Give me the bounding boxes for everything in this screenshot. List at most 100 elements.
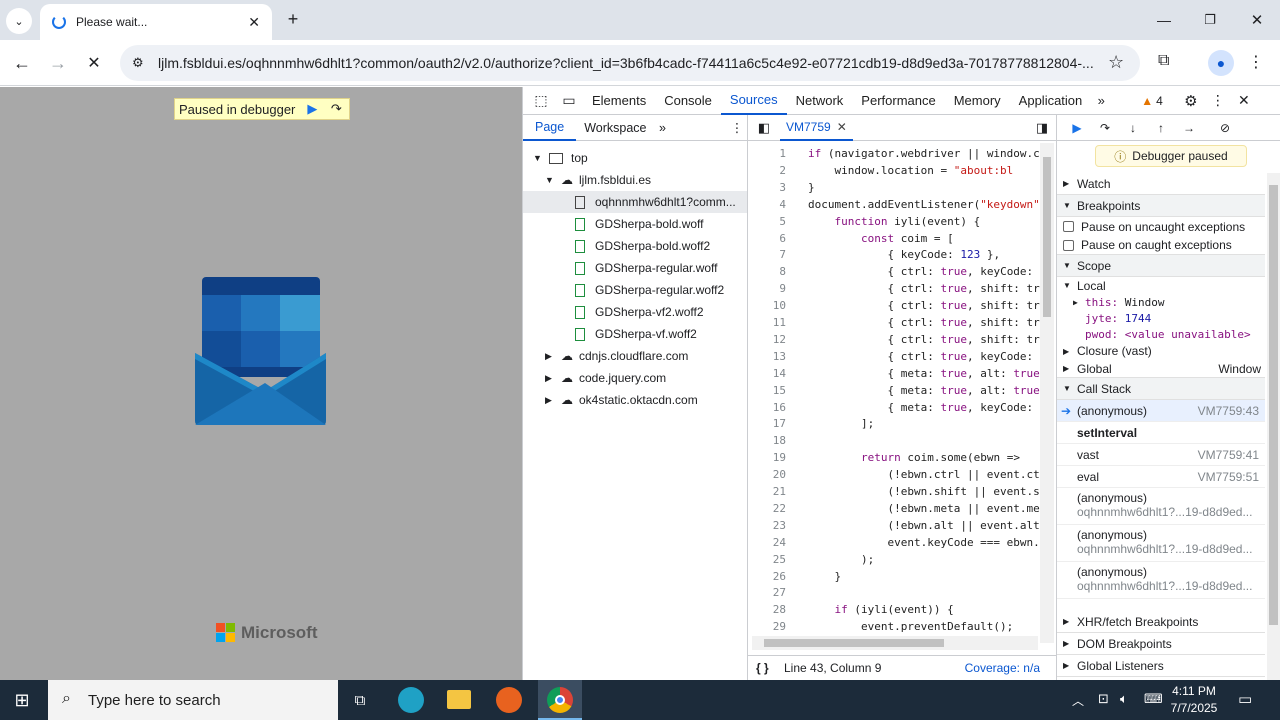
tab-page[interactable]: Page bbox=[523, 115, 577, 141]
step-over-icon[interactable]: ↷ bbox=[327, 100, 345, 118]
file-explorer-icon[interactable] bbox=[447, 690, 471, 709]
uncaught-checkbox[interactable] bbox=[1063, 221, 1074, 232]
tab-sources[interactable]: Sources bbox=[720, 87, 787, 115]
line-number[interactable]: 6 bbox=[748, 232, 786, 245]
tree-item-file[interactable]: GDSherpa-vf.woff2 bbox=[523, 323, 747, 345]
line-number[interactable]: 20 bbox=[748, 468, 786, 481]
windows-start-icon[interactable]: ⊞ bbox=[12, 690, 32, 710]
line-number[interactable]: 16 bbox=[748, 401, 786, 414]
tree-item-host[interactable]: ▶ ☁ code.jquery.com bbox=[523, 367, 747, 389]
editor-tab[interactable]: VM7759 ✕ bbox=[780, 115, 853, 141]
line-number[interactable]: 19 bbox=[748, 451, 786, 464]
watch-section[interactable]: ▶ Watch bbox=[1057, 173, 1265, 195]
resume-icon[interactable]: ▶ bbox=[303, 100, 321, 118]
scope-var-this[interactable]: ▶ this: Window bbox=[1057, 294, 1265, 310]
tree-item-file[interactable]: GDSherpa-regular.woff2 bbox=[523, 279, 747, 301]
stop-icon[interactable]: ✕ bbox=[82, 51, 106, 75]
toggle-navigator-icon[interactable]: ◧ bbox=[748, 120, 780, 136]
scope-var-jyte[interactable]: jyte: 1744 bbox=[1057, 310, 1265, 326]
resume-icon[interactable]: ▶ bbox=[1063, 121, 1091, 135]
clock[interactable]: 4:11 PM 7/7/2025 bbox=[1168, 683, 1220, 717]
line-number[interactable]: 1 bbox=[748, 147, 786, 160]
chrome-task-button[interactable] bbox=[538, 680, 582, 720]
volume-icon[interactable]: 🔈︎ bbox=[1120, 691, 1128, 707]
line-number[interactable]: 28 bbox=[748, 603, 786, 616]
debugger-scroll-thumb[interactable] bbox=[1269, 185, 1278, 625]
line-number[interactable]: 17 bbox=[748, 417, 786, 430]
menu-icon[interactable]: ⋮ bbox=[1248, 52, 1264, 72]
language-icon[interactable]: ⌨ bbox=[1144, 691, 1163, 707]
address-bar[interactable]: ⚙ ljlm.fsbldui.es/oqhnnmhw6dhlt1?common/… bbox=[120, 45, 1140, 81]
breakpoints-section[interactable]: ▼ Breakpoints bbox=[1057, 195, 1265, 217]
site-info-icon[interactable]: ⚙ bbox=[132, 55, 144, 71]
line-number[interactable]: 29 bbox=[748, 620, 786, 633]
inspect-icon[interactable]: ⬚ bbox=[527, 92, 555, 109]
line-number[interactable]: 15 bbox=[748, 384, 786, 397]
tree-item-file[interactable]: GDSherpa-bold.woff bbox=[523, 213, 747, 235]
scroll-thumb[interactable] bbox=[1043, 157, 1051, 317]
line-number[interactable]: 8 bbox=[748, 265, 786, 278]
close-tab-icon[interactable]: ✕ bbox=[248, 14, 260, 31]
tab-performance[interactable]: Performance bbox=[852, 87, 944, 115]
scope-global[interactable]: ▶ Global Window bbox=[1057, 360, 1265, 378]
tree-item-host[interactable]: ▶ ☁ cdnjs.cloudflare.com bbox=[523, 345, 747, 367]
tab-list-icon[interactable]: ⌄ bbox=[6, 8, 32, 34]
horizontal-scrollbar[interactable] bbox=[752, 636, 1038, 650]
code-area[interactable]: 1 if (navigator.webdriver || window.c 2 wi… bbox=[748, 143, 1040, 633]
scope-var-pwod[interactable]: pwod: <value unavailable> bbox=[1057, 326, 1265, 342]
global-listeners-section[interactable]: ▶ Global Listeners bbox=[1057, 655, 1265, 677]
forward-icon[interactable]: → bbox=[46, 51, 70, 75]
line-number[interactable]: 18 bbox=[748, 434, 786, 447]
hscroll-thumb[interactable] bbox=[764, 639, 944, 647]
scope-local[interactable]: ▼ Local bbox=[1057, 277, 1265, 294]
line-number[interactable]: 11 bbox=[748, 316, 786, 329]
notifications-icon[interactable]: ▭ bbox=[1238, 690, 1252, 708]
debugger-scrollbar[interactable] bbox=[1267, 173, 1280, 680]
tree-item-host[interactable]: ▼ ☁ ljlm.fsbldui.es bbox=[523, 169, 747, 191]
tab-console[interactable]: Console bbox=[655, 87, 721, 115]
toggle-debugger-icon[interactable]: ◨ bbox=[1028, 120, 1056, 136]
bookmark-star-icon[interactable]: ☆ bbox=[1108, 52, 1124, 73]
line-number[interactable]: 7 bbox=[748, 248, 786, 261]
line-number[interactable]: 2 bbox=[748, 164, 786, 177]
caught-checkbox[interactable] bbox=[1063, 239, 1074, 251]
tree-item-host[interactable]: ▶ ☁ ok4static.oktacdn.com bbox=[523, 389, 747, 411]
back-icon[interactable]: ← bbox=[10, 51, 34, 75]
line-number[interactable]: 26 bbox=[748, 570, 786, 583]
edge-icon[interactable] bbox=[398, 687, 424, 713]
new-tab-icon[interactable]: + bbox=[282, 8, 304, 30]
devtools-menu-icon[interactable]: ⋮ bbox=[1205, 92, 1231, 109]
line-number[interactable]: 4 bbox=[748, 198, 786, 211]
profile-icon[interactable]: ● bbox=[1208, 50, 1234, 76]
device-toolbar-icon[interactable]: ▭ bbox=[555, 92, 583, 109]
deactivate-breakpoints-icon[interactable]: ⊘ bbox=[1211, 121, 1239, 135]
more-tabs-icon[interactable]: » bbox=[1091, 93, 1111, 108]
coverage-link[interactable]: Coverage: n/a bbox=[965, 661, 1040, 675]
line-number[interactable]: 12 bbox=[748, 333, 786, 346]
close-devtools-icon[interactable]: ✕ bbox=[1231, 92, 1257, 109]
line-number[interactable]: 9 bbox=[748, 282, 786, 295]
line-number[interactable]: 10 bbox=[748, 299, 786, 312]
network-icon[interactable]: ⊡ bbox=[1098, 691, 1109, 707]
tab-elements[interactable]: Elements bbox=[583, 87, 655, 115]
step-over-icon[interactable]: ↷ bbox=[1091, 121, 1119, 135]
tree-item-top[interactable]: ▼ top bbox=[523, 147, 747, 169]
warnings-badge[interactable]: ▲ 4 bbox=[1141, 94, 1163, 108]
dom-breakpoints-section[interactable]: ▶ DOM Breakpoints bbox=[1057, 633, 1265, 655]
line-number[interactable]: 3 bbox=[748, 181, 786, 194]
scope-section[interactable]: ▼ Scope bbox=[1057, 255, 1265, 277]
line-number[interactable]: 13 bbox=[748, 350, 786, 363]
close-editor-tab-icon[interactable]: ✕ bbox=[837, 115, 847, 139]
callstack-frame[interactable]: (anonymous) oqhnnmhw6dhlt1?...19-d8d9ed..… bbox=[1057, 488, 1265, 525]
firefox-icon[interactable] bbox=[496, 687, 522, 713]
callstack-section[interactable]: ▼ Call Stack bbox=[1057, 378, 1265, 400]
nav-menu-icon[interactable]: ⋮ bbox=[727, 120, 747, 135]
callstack-frame[interactable]: (anonymous) oqhnnmhw6dhlt1?...19-d8d9ed..… bbox=[1057, 525, 1265, 562]
tree-item-file[interactable]: GDSherpa-bold.woff2 bbox=[523, 235, 747, 257]
callstack-frame[interactable]: vast VM7759:41 bbox=[1057, 444, 1265, 466]
tray-chevron-icon[interactable]: ︿ bbox=[1072, 692, 1084, 709]
line-number[interactable]: 14 bbox=[748, 367, 786, 380]
step-into-icon[interactable]: ↓ bbox=[1119, 121, 1147, 135]
step-icon[interactable]: → bbox=[1175, 121, 1203, 135]
line-number[interactable]: 25 bbox=[748, 553, 786, 566]
